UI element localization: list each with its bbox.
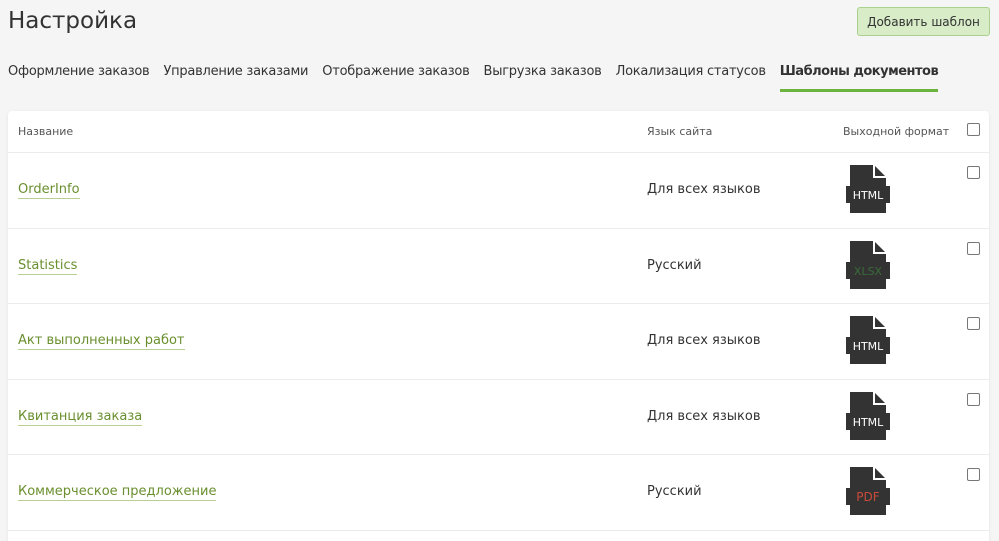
templates-table: Название Язык сайта Выходной формат Orde… bbox=[8, 111, 989, 541]
file-format-icon: HTML bbox=[846, 391, 890, 440]
file-format-label: PDF bbox=[856, 490, 879, 504]
page-title: Настройка bbox=[8, 8, 138, 34]
template-name-link[interactable]: Коммерческое предложение bbox=[18, 484, 217, 501]
add-template-button[interactable]: Добавить шаблон bbox=[857, 7, 990, 36]
template-language: Русский bbox=[647, 257, 702, 273]
tab-order-design[interactable]: Оформление заказов bbox=[8, 62, 150, 92]
file-format-icon: HTML bbox=[846, 165, 890, 213]
tab-status-localization[interactable]: Локализация статусов bbox=[616, 62, 766, 92]
settings-tabs: Оформление заказов Управление заказами О… bbox=[8, 62, 952, 92]
tab-order-management[interactable]: Управление заказами bbox=[163, 62, 308, 92]
file-format-label: HTML bbox=[853, 189, 884, 202]
template-language: Русский bbox=[647, 484, 702, 499]
template-name-link[interactable]: Акт выполненных работ bbox=[18, 333, 185, 350]
template-language: Для всех языков bbox=[647, 408, 761, 424]
file-format-label: HTML bbox=[853, 416, 884, 429]
template-language: Для всех языков bbox=[647, 333, 761, 348]
table-row: Квитанция заказа Для всех языков HTML bbox=[8, 380, 989, 455]
table-row: Акт выполненных работ Для всех языков HTML bbox=[8, 304, 989, 380]
file-format-label: XLSX bbox=[854, 265, 883, 278]
column-header-language[interactable]: Язык сайта bbox=[647, 125, 712, 138]
file-format-label: HTML bbox=[853, 340, 884, 353]
column-header-name[interactable]: Название bbox=[18, 125, 73, 138]
template-name-link[interactable]: Квитанция заказа bbox=[18, 409, 143, 426]
file-format-icon: XLSX bbox=[846, 240, 890, 289]
table-row: Statistics Русский XLSX bbox=[8, 229, 989, 304]
file-format-icon: HTML bbox=[846, 316, 890, 364]
template-name-link[interactable]: OrderInfo bbox=[18, 182, 80, 199]
tab-order-display[interactable]: Отображение заказов bbox=[322, 62, 470, 92]
row-checkbox[interactable] bbox=[967, 468, 980, 481]
row-checkbox[interactable] bbox=[967, 392, 980, 406]
row-checkbox[interactable] bbox=[967, 317, 980, 330]
table-row: Коммерческое предложение Русский PDF bbox=[8, 455, 989, 531]
file-format-icon: PDF bbox=[846, 467, 890, 515]
template-name-link[interactable]: Statistics bbox=[18, 258, 78, 275]
tab-document-templates[interactable]: Шаблоны документов bbox=[779, 62, 939, 92]
table-row: OrderInfo Для всех языков HTML bbox=[8, 153, 989, 229]
row-checkbox[interactable] bbox=[967, 241, 980, 255]
tab-order-export[interactable]: Выгрузка заказов bbox=[484, 62, 602, 92]
row-checkbox[interactable] bbox=[967, 166, 980, 179]
column-header-format[interactable]: Выходной формат bbox=[843, 125, 949, 138]
template-language: Для всех языков bbox=[647, 182, 761, 197]
select-all-checkbox[interactable] bbox=[967, 123, 980, 136]
table-header: Название Язык сайта Выходной формат bbox=[8, 111, 989, 153]
